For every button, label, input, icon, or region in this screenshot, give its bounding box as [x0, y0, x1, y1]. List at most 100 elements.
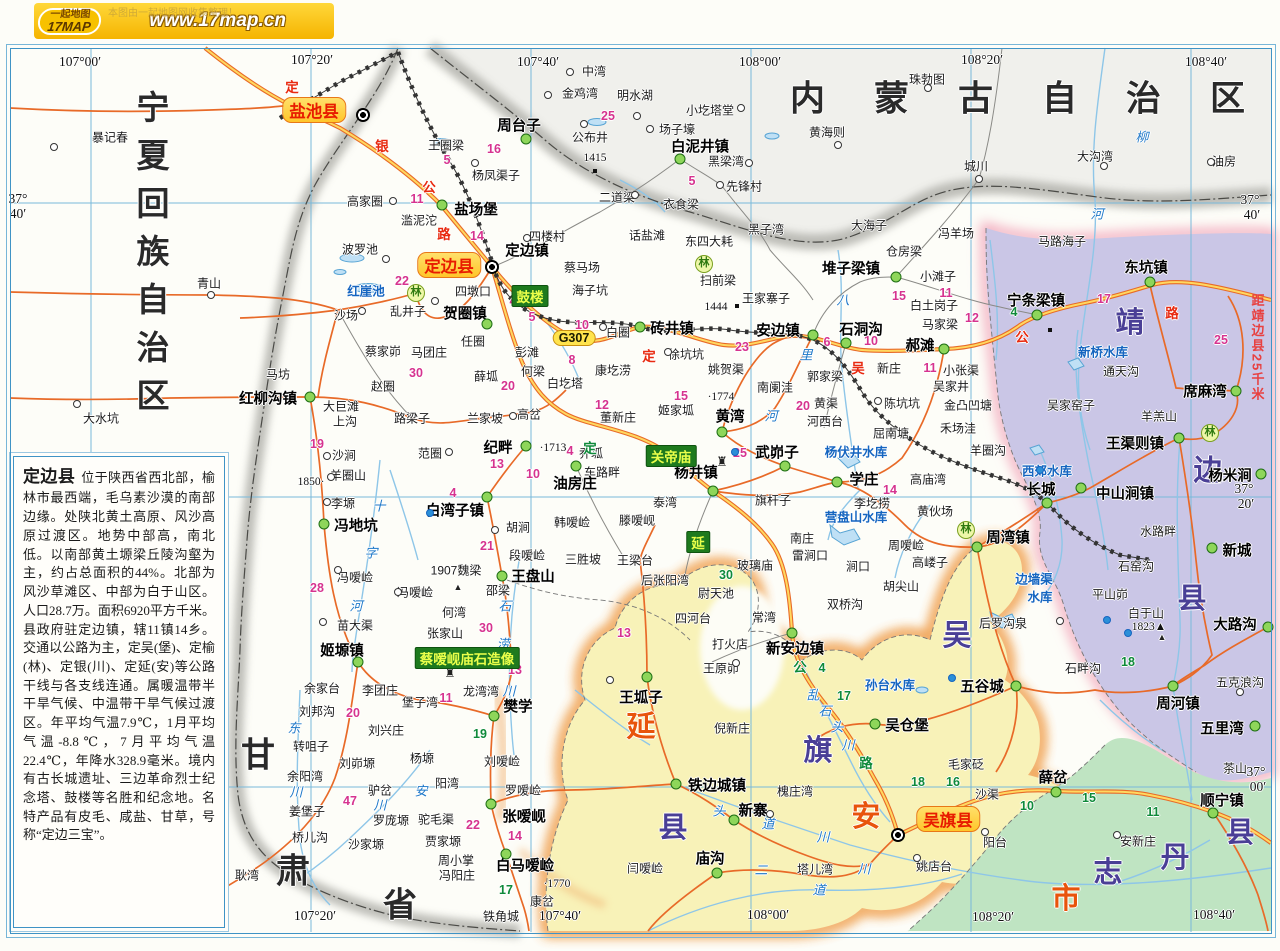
village-label: 打火店	[712, 636, 748, 653]
road-name-char: 银	[375, 135, 389, 155]
village-label: 黄伙场	[917, 503, 953, 520]
village-label: 姜堡子	[289, 803, 325, 820]
village-marker	[327, 473, 335, 481]
county-seat-box: 定边县	[417, 252, 481, 278]
river-label: 河	[1090, 204, 1103, 223]
town-label: 石洞沟	[839, 319, 883, 340]
coordinate-label: 108°00′	[747, 907, 789, 923]
road-name-char: 路	[437, 223, 451, 243]
town-marker	[437, 200, 448, 211]
village-marker	[606, 676, 614, 684]
coordinate-label: 107°00′	[59, 54, 101, 70]
town-label: 庙沟	[696, 848, 725, 869]
village-label: 双桥沟	[827, 596, 863, 613]
distance-number: 5	[444, 153, 451, 167]
village-label: 后罗沟泉	[979, 615, 1027, 632]
village-label: 冯羊场	[938, 225, 974, 242]
river-label: 川	[373, 795, 386, 814]
distance-number: 14	[883, 483, 897, 497]
town-marker	[482, 319, 493, 330]
logo-badge: 一起地图 17MAP	[37, 8, 103, 35]
county-info-box: 定边县位于陕西省西北部，榆林市最西端，毛乌素沙漠的南部边缘。处陕北黄土高原、风沙…	[13, 456, 225, 928]
info-title: 定边县	[23, 467, 81, 486]
town-marker	[521, 441, 532, 452]
town-label: 五里湾	[1200, 718, 1244, 739]
village-label: 屈南塘	[873, 425, 909, 442]
distance-number: 30	[719, 568, 733, 582]
town-label: 定边镇	[505, 240, 549, 261]
village-label: 二道梁	[599, 189, 635, 206]
village-label: 阳台	[983, 834, 1007, 851]
map-page: { "logo": { "brand_top": "一起地图", "brand_…	[0, 0, 1280, 951]
town-marker	[319, 519, 330, 530]
town-label: 油房庄	[553, 473, 597, 494]
village-label: 上沟	[333, 413, 357, 430]
distance-number: 25	[601, 109, 615, 123]
city-area-label: 安	[851, 793, 880, 835]
elevation-label: ·1770	[544, 878, 571, 890]
village-marker	[431, 297, 439, 305]
village-marker	[323, 452, 331, 460]
city-area-label: 市	[1051, 875, 1080, 917]
village-marker	[445, 448, 453, 456]
town-label: 王渠则镇	[1106, 433, 1164, 454]
town-marker	[482, 492, 493, 503]
village-label: 姚贺渠	[708, 361, 744, 378]
peak-icon: ▲	[454, 582, 463, 592]
village-label: 何梁	[521, 363, 545, 380]
village-label: 后张阳湾	[641, 572, 689, 589]
village-label: 黄渠	[814, 395, 838, 412]
road-name-char: 定	[642, 345, 656, 365]
village-marker	[389, 197, 397, 205]
peak-icon: ▲	[1158, 632, 1167, 642]
distance-number: 6	[824, 335, 831, 349]
town-marker	[497, 571, 508, 582]
village-label: 冯嗳崄	[337, 569, 373, 586]
village-label: 沙场	[334, 307, 358, 324]
village-label: 滕嗳岘	[619, 512, 655, 529]
town-marker	[521, 134, 532, 145]
distance-number: 16	[487, 142, 501, 156]
spring-marker	[948, 674, 956, 682]
road-name-char: 定	[583, 437, 597, 457]
forest-icon: 林	[1201, 424, 1219, 442]
village-label: 康圪涝	[595, 362, 631, 379]
town-marker	[305, 392, 316, 403]
distance-number: 21	[480, 539, 494, 553]
village-label: 衣食梁	[663, 196, 699, 213]
village-marker	[766, 810, 774, 818]
town-marker	[1263, 622, 1274, 633]
county-area-label: 靖	[1115, 299, 1144, 341]
village-marker	[566, 68, 574, 76]
elevation-label: ·1713	[540, 442, 567, 454]
town-marker	[1168, 681, 1179, 692]
distance-number: 19	[310, 437, 324, 451]
village-marker	[509, 412, 517, 420]
town-label: 薛岔	[1039, 767, 1068, 788]
village-label: 桥儿沟	[292, 829, 328, 846]
town-label: 大路沟	[1213, 614, 1257, 635]
town-marker	[1174, 433, 1185, 444]
town-marker	[787, 628, 798, 639]
village-label: 毛家砭	[948, 756, 984, 773]
distance-number: 10	[1020, 799, 1034, 813]
village-label: 刘峁塬	[339, 755, 375, 772]
village-label: 塔儿湾	[797, 861, 833, 878]
village-label: 油房	[1212, 153, 1236, 170]
village-label: 赵圈	[371, 378, 395, 395]
town-label: 樊学	[504, 696, 533, 717]
coordinate-label: 20′	[1238, 496, 1254, 512]
town-label: 吴仓堡	[885, 715, 929, 736]
village-label: 马团庄	[411, 344, 447, 361]
distance-number: 11	[939, 286, 952, 300]
village-label: 杨凤渠子	[472, 167, 520, 184]
spring-marker	[1036, 466, 1044, 474]
province-label: 甘	[241, 728, 275, 777]
distance-number: 5	[529, 310, 536, 324]
village-label: 路梁子	[394, 410, 430, 427]
village-label: 安新庄	[1120, 833, 1156, 850]
village-label: 兰家坡	[467, 410, 503, 427]
village-label: 东四大耗	[685, 233, 733, 250]
town-marker	[1051, 787, 1062, 798]
village-label: 郭家梁	[807, 368, 843, 385]
